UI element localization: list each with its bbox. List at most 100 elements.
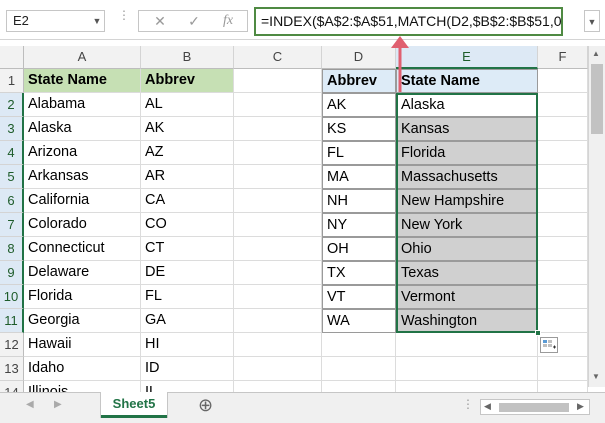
empty-cell[interactable]: [234, 141, 322, 165]
empty-cell[interactable]: [234, 117, 322, 141]
horizontal-scrollbar[interactable]: ◀ ▶: [480, 399, 590, 415]
empty-cell[interactable]: [538, 189, 588, 213]
lookup-abbrev-cell[interactable]: OH: [322, 237, 396, 261]
lookup-abbrev-cell[interactable]: NY: [322, 213, 396, 237]
empty-cell[interactable]: [538, 69, 588, 93]
state-name-cell[interactable]: Colorado: [24, 213, 141, 237]
row-header[interactable]: 1: [0, 69, 24, 93]
lookup-result-cell[interactable]: Florida: [396, 141, 538, 165]
splitter-handle-icon[interactable]: ⋮: [462, 397, 474, 411]
lookup-abbrev-cell[interactable]: NH: [322, 189, 396, 213]
abbrev-cell[interactable]: CO: [141, 213, 234, 237]
column-header-d[interactable]: D: [322, 46, 396, 69]
chevron-down-icon[interactable]: ▼: [90, 10, 104, 32]
abbrev-cell[interactable]: DE: [141, 261, 234, 285]
empty-cell[interactable]: [234, 237, 322, 261]
horizontal-scroll-thumb[interactable]: [499, 403, 569, 412]
row-header[interactable]: 3: [0, 117, 24, 141]
abbrev-cell[interactable]: CA: [141, 189, 234, 213]
row-header[interactable]: 10: [0, 285, 24, 309]
fill-handle[interactable]: [535, 330, 541, 336]
cancel-icon[interactable]: ✕: [145, 11, 175, 31]
column-header-f[interactable]: F: [538, 46, 588, 69]
scroll-right-icon[interactable]: ▶: [577, 401, 584, 412]
lookup-result-cell[interactable]: Alaska: [396, 93, 538, 117]
expand-formula-bar-button[interactable]: ▼: [584, 10, 600, 32]
empty-cell[interactable]: [234, 213, 322, 237]
empty-cell[interactable]: [538, 357, 588, 381]
row-header[interactable]: 2: [0, 93, 24, 117]
column-header-e[interactable]: E: [396, 46, 538, 69]
empty-cell[interactable]: [538, 141, 588, 165]
row-header[interactable]: 11: [0, 309, 24, 333]
enter-icon[interactable]: ✓: [179, 11, 209, 31]
empty-cell[interactable]: [234, 93, 322, 117]
empty-cell[interactable]: [538, 261, 588, 285]
state-name-cell[interactable]: Georgia: [24, 309, 141, 333]
next-sheet-icon[interactable]: ▶: [54, 399, 62, 410]
empty-cell[interactable]: [396, 333, 538, 357]
row-header[interactable]: 13: [0, 357, 24, 381]
abbrev-cell[interactable]: GA: [141, 309, 234, 333]
abbrev-cell[interactable]: FL: [141, 285, 234, 309]
lookup-abbrev-cell[interactable]: MA: [322, 165, 396, 189]
row-header[interactable]: 8: [0, 237, 24, 261]
lookup-header-abbrev[interactable]: Abbrev: [322, 69, 396, 93]
row-header[interactable]: 4: [0, 141, 24, 165]
lookup-result-cell[interactable]: New Hampshire: [396, 189, 538, 213]
abbrev-cell[interactable]: AZ: [141, 141, 234, 165]
row-header[interactable]: 7: [0, 213, 24, 237]
abbrev-cell[interactable]: HI: [141, 333, 234, 357]
empty-cell[interactable]: [322, 357, 396, 381]
column-header-b[interactable]: B: [141, 46, 234, 69]
lookup-result-cell[interactable]: Ohio: [396, 237, 538, 261]
column-header-a[interactable]: A: [24, 46, 141, 69]
select-all-corner[interactable]: [0, 46, 24, 69]
empty-cell[interactable]: [538, 213, 588, 237]
lookup-abbrev-cell[interactable]: TX: [322, 261, 396, 285]
empty-cell[interactable]: [538, 237, 588, 261]
empty-cell[interactable]: [234, 285, 322, 309]
lookup-abbrev-cell[interactable]: KS: [322, 117, 396, 141]
vertical-scrollbar[interactable]: ▲ ▼: [588, 46, 605, 387]
abbrev-cell[interactable]: AK: [141, 117, 234, 141]
empty-cell[interactable]: [396, 357, 538, 381]
empty-cell[interactable]: [234, 261, 322, 285]
row-header[interactable]: 5: [0, 165, 24, 189]
row-header[interactable]: 6: [0, 189, 24, 213]
lookup-result-cell[interactable]: Massachusetts: [396, 165, 538, 189]
empty-cell[interactable]: [538, 93, 588, 117]
state-name-cell[interactable]: Arizona: [24, 141, 141, 165]
state-name-cell[interactable]: Florida: [24, 285, 141, 309]
lookup-result-cell[interactable]: Vermont: [396, 285, 538, 309]
lookup-result-cell[interactable]: Kansas: [396, 117, 538, 141]
abbrev-cell[interactable]: AR: [141, 165, 234, 189]
lookup-result-cell[interactable]: Texas: [396, 261, 538, 285]
scroll-down-icon[interactable]: ▼: [592, 372, 600, 381]
insert-function-icon[interactable]: fx: [213, 11, 243, 31]
header-cell-abbrev[interactable]: Abbrev: [141, 69, 234, 93]
empty-cell[interactable]: [234, 309, 322, 333]
lookup-abbrev-cell[interactable]: AK: [322, 93, 396, 117]
state-name-cell[interactable]: Alaska: [24, 117, 141, 141]
formula-input[interactable]: =INDEX($A$2:$A$51,MATCH(D2,$B$2:$B$51,0)…: [254, 7, 563, 36]
state-name-cell[interactable]: Alabama: [24, 93, 141, 117]
row-header[interactable]: 9: [0, 261, 24, 285]
state-name-cell[interactable]: Hawaii: [24, 333, 141, 357]
lookup-header-state-name[interactable]: State Name: [396, 69, 538, 93]
splitter-handle-icon[interactable]: ⋮: [118, 9, 130, 30]
empty-cell[interactable]: [538, 309, 588, 333]
lookup-result-cell[interactable]: New York: [396, 213, 538, 237]
empty-cell[interactable]: [538, 285, 588, 309]
state-name-cell[interactable]: Arkansas: [24, 165, 141, 189]
empty-cell[interactable]: [234, 357, 322, 381]
abbrev-cell[interactable]: CT: [141, 237, 234, 261]
lookup-abbrev-cell[interactable]: FL: [322, 141, 396, 165]
quick-analysis-icon[interactable]: [540, 337, 558, 353]
lookup-abbrev-cell[interactable]: VT: [322, 285, 396, 309]
state-name-cell[interactable]: Delaware: [24, 261, 141, 285]
vertical-scroll-thumb[interactable]: [591, 64, 603, 134]
scroll-up-icon[interactable]: ▲: [592, 49, 600, 58]
header-cell-state-name[interactable]: State Name: [24, 69, 141, 93]
lookup-result-cell[interactable]: Washington: [396, 309, 538, 333]
